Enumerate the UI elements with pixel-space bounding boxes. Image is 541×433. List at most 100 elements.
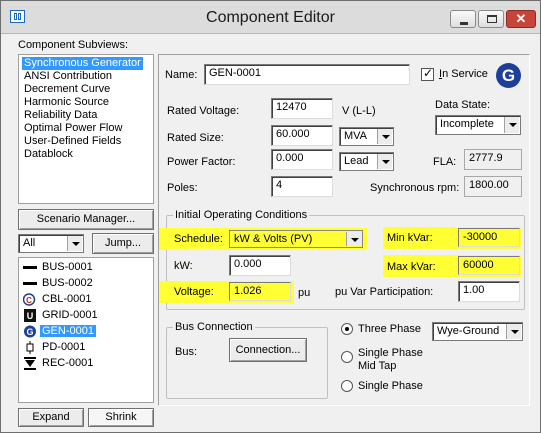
- subview-item[interactable]: Optimal Power Flow: [22, 122, 124, 135]
- component-tree[interactable]: BUS-0001 BUS-0002 C CBL-0001 U GRID-0001 G GEN-…: [18, 257, 154, 403]
- close-button[interactable]: ✕: [506, 10, 536, 28]
- cable-icon: C: [22, 293, 37, 306]
- chevron-down-icon: [506, 324, 521, 339]
- rated-size-unit-value: MVA: [344, 130, 368, 142]
- schedule-select[interactable]: kW & Volts (PV): [229, 230, 363, 248]
- single-phase-label: Single Phase: [358, 380, 423, 392]
- protective-device-icon: [23, 341, 37, 354]
- fla-label: FLA:: [433, 156, 457, 168]
- in-service-label: In Service: [439, 68, 488, 80]
- title-bar[interactable]: Component Editor ✕: [1, 1, 540, 34]
- bus-icon: [23, 277, 37, 290]
- data-state-value: Incomplete: [440, 118, 494, 130]
- voltage-label: Voltage:: [174, 286, 214, 298]
- rated-size-unit-select[interactable]: MVA: [339, 127, 394, 146]
- subview-item[interactable]: Reliability Data: [22, 109, 99, 122]
- pu-var-input[interactable]: 1.00: [458, 281, 520, 302]
- wye-ground-value: Wye-Ground: [437, 325, 500, 337]
- three-phase-label: Three Phase: [358, 323, 421, 335]
- single-phase-radio[interactable]: [341, 380, 353, 392]
- chevron-down-icon: [346, 232, 361, 246]
- rated-size-input[interactable]: 60.000: [271, 125, 333, 146]
- scenario-manager-button[interactable]: Scenario Manager...: [18, 209, 154, 230]
- subview-item[interactable]: Datablock: [22, 148, 75, 161]
- data-state-label: Data State:: [435, 99, 491, 111]
- subview-item[interactable]: Decrement Curve: [22, 83, 112, 96]
- rectifier-icon: [23, 357, 37, 370]
- tree-item-label: BUS-0001: [42, 261, 93, 273]
- bus-connection-title: Bus Connection: [173, 321, 255, 333]
- voltage-unit: pu: [298, 287, 311, 299]
- tree-item-label: CBL-0001: [42, 293, 92, 305]
- in-service-label-rest: n Service: [442, 68, 488, 80]
- subview-item[interactable]: ANSI Contribution: [22, 70, 114, 83]
- jump-button[interactable]: Jump...: [92, 233, 154, 254]
- kw-input[interactable]: 0.000: [229, 255, 291, 276]
- poles-input[interactable]: 4: [271, 176, 333, 197]
- sync-rpm-label: Synchronous rpm:: [370, 182, 460, 194]
- maximize-button[interactable]: [478, 10, 504, 28]
- single-phase-mid-tap-label: Single Phase: [358, 347, 423, 359]
- min-kvar-label: Min kVar:: [387, 232, 433, 244]
- voltage-input[interactable]: 1.026: [229, 282, 291, 301]
- rated-voltage-label: Rated Voltage:: [167, 105, 240, 117]
- pu-var-label: pu Var Participation:: [335, 286, 434, 298]
- subview-item[interactable]: Synchronous Generator: [22, 57, 143, 70]
- wye-ground-select[interactable]: Wye-Ground: [432, 322, 523, 341]
- subview-item[interactable]: User-Defined Fields: [22, 135, 123, 148]
- bus-icon: [23, 261, 37, 274]
- sync-rpm-value: 1800.00: [464, 176, 522, 197]
- tree-item-label: GEN-0001: [40, 325, 96, 337]
- initial-operating-conditions-title: Initial Operating Conditions: [173, 209, 310, 221]
- expand-button[interactable]: Expand: [18, 408, 84, 427]
- minimize-button[interactable]: [450, 10, 476, 28]
- rated-voltage-input[interactable]: 12470: [271, 98, 333, 119]
- minimize-icon: [460, 22, 468, 25]
- tree-item-label: REC-0001: [42, 357, 94, 369]
- in-service-checkbox[interactable]: [421, 66, 434, 81]
- scenario-filter-select[interactable]: All: [18, 234, 84, 253]
- svg-text:C: C: [26, 296, 32, 305]
- connection-button[interactable]: Connection...: [229, 338, 307, 362]
- max-kvar-input[interactable]: 60000: [458, 256, 520, 275]
- subviews-heading: Component Subviews:: [18, 39, 129, 51]
- fla-value: 2777.9: [464, 149, 522, 170]
- max-kvar-label: Max kVar:: [387, 261, 436, 273]
- subviews-list[interactable]: Synchronous Generator ANSI Contribution De…: [18, 54, 154, 204]
- rated-size-label: Rated Size:: [167, 132, 224, 144]
- tree-item-label: GRID-0001: [42, 309, 98, 321]
- generator-badge-icon: G: [496, 63, 521, 88]
- maximize-icon: [487, 15, 497, 23]
- schedule-value: kW & Volts (PV): [234, 233, 313, 245]
- generator-icon: G: [23, 325, 37, 338]
- three-phase-radio[interactable]: [341, 323, 353, 335]
- subview-item[interactable]: Harmonic Source: [22, 96, 111, 109]
- min-kvar-input[interactable]: -30000: [458, 228, 520, 247]
- schedule-label: Schedule:: [174, 233, 223, 245]
- power-factor-type-select[interactable]: Lead: [339, 152, 394, 171]
- svg-text:U: U: [27, 311, 34, 321]
- power-factor-type-value: Lead: [344, 155, 369, 167]
- svg-text:G: G: [26, 327, 33, 337]
- single-phase-mid-tap-radio[interactable]: [341, 351, 353, 363]
- chevron-down-icon: [377, 129, 392, 144]
- tree-item-label: BUS-0002: [42, 277, 93, 289]
- close-icon: ✕: [515, 11, 527, 26]
- power-factor-label: Power Factor:: [167, 156, 236, 168]
- chevron-down-icon: [377, 154, 392, 169]
- poles-label: Poles:: [167, 182, 198, 194]
- name-input[interactable]: GEN-0001: [204, 64, 410, 85]
- tree-item-label: PD-0001: [42, 341, 86, 353]
- power-factor-input[interactable]: 0.000: [271, 149, 333, 170]
- scenario-filter-value: All: [23, 237, 36, 249]
- name-label: Name:: [165, 69, 198, 81]
- bus-label: Bus:: [175, 346, 198, 358]
- single-phase-mid-tap-label-line2: Mid Tap: [358, 360, 397, 372]
- rated-voltage-unit: V (L-L): [342, 105, 376, 117]
- component-editor-window: Component Editor ✕ Component Subviews: S…: [0, 0, 541, 433]
- chevron-down-icon: [504, 117, 519, 133]
- chevron-down-icon: [67, 236, 82, 251]
- data-state-select[interactable]: Incomplete: [435, 115, 521, 135]
- grid-icon: U: [23, 309, 37, 322]
- shrink-button[interactable]: Shrink: [88, 408, 154, 427]
